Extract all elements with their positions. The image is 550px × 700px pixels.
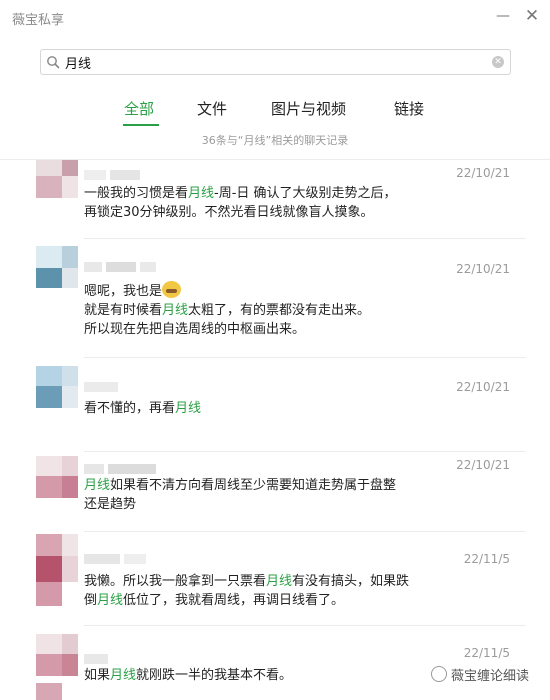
- tab-bar: 全部 文件 图片与视频 链接: [0, 98, 550, 126]
- avatar: [36, 534, 78, 606]
- message-text: 如果月线就刚跌一半的我基本不看。: [84, 666, 444, 685]
- avatar: [36, 246, 78, 288]
- keyword-highlight: 月线: [188, 186, 215, 201]
- keyword-highlight: 月线: [266, 574, 293, 589]
- avatar: [36, 366, 78, 408]
- text-run: 还是趋势: [84, 497, 137, 512]
- keyword-highlight: 月线: [175, 401, 202, 416]
- message-line: 所以现在先把自选周线的中枢画出来。: [84, 320, 444, 339]
- result-summary: 36条与“月线”相关的聊天记录: [201, 134, 349, 147]
- message-line: 倒月线低位了，我就看周线，再调日线看了。: [84, 591, 444, 610]
- message-date: 22/11/5: [463, 646, 510, 660]
- search-input[interactable]: [63, 50, 485, 74]
- active-tab-indicator: [123, 124, 159, 126]
- text-run: 看不懂的，再看: [84, 401, 176, 416]
- text-run: 再锁定30分钟级别。不然光看日线就像盲人摸象。: [84, 205, 374, 220]
- app-title: 薇宝私享: [12, 13, 65, 28]
- divider: [84, 238, 526, 239]
- message-text: 月线如果看不清方向看周线至少需要知道走势属于盘整 还是趋势: [84, 476, 444, 514]
- avatar: [36, 456, 78, 498]
- tab-links[interactable]: 链接: [394, 98, 424, 119]
- message-date: 22/10/21: [456, 380, 510, 394]
- watermark-text: 薇宝缠论细读: [451, 669, 530, 684]
- text-run: 低位了，我就看周线，再调日线看了。: [123, 593, 345, 608]
- avatar: [36, 160, 78, 198]
- text-run: 我懒。所以我一般拿到一只票看: [84, 574, 267, 589]
- message-line: 嗯呢，我也是: [84, 281, 444, 301]
- text-run: 如果看不清方向看周线至少需要知道走势属于盘整: [110, 478, 397, 493]
- wechat-channel-icon: [431, 666, 447, 682]
- message-date: 22/10/21: [456, 262, 510, 276]
- message-line: 看不懂的，再看月线: [84, 399, 444, 418]
- message-line: 还是趋势: [84, 495, 444, 514]
- text-run: 就刚跌一半的我基本不看。: [136, 668, 293, 683]
- text-run: 如果: [84, 668, 111, 683]
- close-button[interactable]: ✕: [520, 4, 544, 28]
- result-item[interactable]: 22/10/21 月线如果看不清方向看周线至少需要知道走势属于盘整 还是趋势: [0, 452, 550, 532]
- tab-files[interactable]: 文件: [197, 98, 227, 119]
- result-item[interactable]: 22/10/21 嗯呢，我也是 就是有时候看月线太粗了，有的票都没有走出来。 所…: [0, 240, 550, 358]
- keyword-highlight: 月线: [97, 593, 124, 608]
- text-run: 太粗了，有的票都没有走出来。: [188, 303, 371, 318]
- tab-all[interactable]: 全部: [124, 98, 154, 119]
- laughing-face-icon: [162, 281, 182, 298]
- keyword-highlight: 月线: [162, 303, 189, 318]
- search-box[interactable]: ✕: [40, 49, 511, 75]
- search-icon: [47, 56, 60, 69]
- message-line: 月线如果看不清方向看周线至少需要知道走势属于盘整: [84, 476, 444, 495]
- result-item[interactable]: 22/11/5 我懒。所以我一般拿到一只票看月线有没有搞头，如果跌 倒月线低位了…: [0, 532, 550, 626]
- message-date: 22/10/21: [456, 166, 510, 180]
- clear-search-icon[interactable]: ✕: [492, 56, 504, 68]
- message-text: 一般我的习惯是看月线-周-日 确认了大级别走势之后， 再锁定30分钟级别。不然光…: [84, 184, 444, 222]
- result-item[interactable]: 22/10/21 一般我的习惯是看月线-周-日 确认了大级别走势之后， 再锁定3…: [0, 160, 550, 240]
- message-line: 再锁定30分钟级别。不然光看日线就像盲人摸象。: [84, 203, 444, 222]
- text-run: 嗯呢，我也是: [84, 284, 163, 299]
- keyword-highlight: 月线: [110, 668, 137, 683]
- message-date: 22/10/21: [456, 458, 510, 472]
- message-text: 嗯呢，我也是 就是有时候看月线太粗了，有的票都没有走出来。 所以现在先把自选周线…: [84, 281, 444, 339]
- watermark: 薇宝缠论细读: [431, 665, 529, 684]
- text-run: 一般我的习惯是看: [84, 186, 189, 201]
- text-run: 就是有时候看: [84, 303, 163, 318]
- minimize-button[interactable]: —: [491, 4, 515, 28]
- message-text: 我懒。所以我一般拿到一只票看月线有没有搞头，如果跌 倒月线低位了，我就看周线，再…: [84, 572, 444, 610]
- text-run: -周-日 确认了大级别走势之后，: [214, 186, 397, 201]
- text-run: 有没有搞头，如果跌: [292, 574, 410, 589]
- result-item[interactable]: 22/11/5 如果月线就刚跌一半的我基本不看。: [0, 626, 550, 700]
- message-text: 看不懂的，再看月线: [84, 399, 444, 418]
- message-line: 如果月线就刚跌一半的我基本不看。: [84, 666, 444, 685]
- message-date: 22/11/5: [463, 552, 510, 566]
- title-bar: 薇宝私享 — ✕: [0, 0, 550, 36]
- text-run: 倒: [84, 593, 98, 608]
- avatar-fragment: [0, 683, 70, 700]
- avatar: [36, 634, 78, 676]
- text-run: 所以现在先把自选周线的中枢画出来。: [84, 322, 306, 337]
- keyword-highlight: 月线: [84, 478, 111, 493]
- tab-media[interactable]: 图片与视频: [271, 98, 346, 119]
- result-item[interactable]: 22/10/21 看不懂的，再看月线: [0, 358, 550, 452]
- message-line: 一般我的习惯是看月线-周-日 确认了大级别走势之后，: [84, 184, 444, 203]
- message-line: 就是有时候看月线太粗了，有的票都没有走出来。: [84, 301, 444, 320]
- results-list: 22/10/21 一般我的习惯是看月线-周-日 确认了大级别走势之后， 再锁定3…: [0, 160, 550, 700]
- message-line: 我懒。所以我一般拿到一只票看月线有没有搞头，如果跌: [84, 572, 444, 591]
